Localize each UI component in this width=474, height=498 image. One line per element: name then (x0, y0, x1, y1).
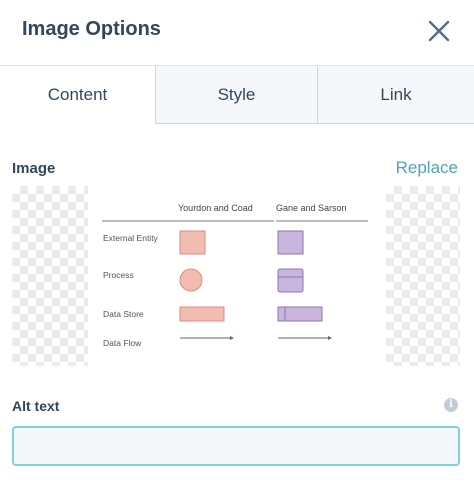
figure-row-data-flow: Data Flow (103, 338, 142, 348)
yourdon-entity-shape (179, 230, 206, 255)
yourdon-store-shape (179, 306, 225, 322)
dialog-header: Image Options (0, 0, 474, 66)
transparency-checker-left (12, 186, 88, 366)
image-label: Image (12, 160, 56, 177)
tab-link-label: Link (380, 84, 412, 104)
tab-bar: Content Style Link (0, 66, 474, 124)
figure-row-process: Process (103, 270, 134, 280)
figure-row-external-entity: External Entity (103, 233, 159, 243)
alt-text-input[interactable] (12, 426, 460, 466)
preview-image: Yourdon and Coad Gane and Sarson Externa… (92, 186, 382, 366)
close-button[interactable] (424, 16, 454, 46)
image-preview: Yourdon and Coad Gane and Sarson Externa… (12, 186, 460, 366)
tab-content-label: Content (47, 85, 108, 104)
info-icon[interactable]: i (444, 398, 458, 412)
dialog-title: Image Options (22, 18, 161, 40)
tab-link[interactable]: Link (317, 66, 474, 124)
tab-style[interactable]: Style (155, 66, 317, 124)
figure-col-yourdon: Yourdon and Coad (178, 203, 253, 213)
gane-process-shape (277, 268, 304, 293)
replace-link[interactable]: Replace (396, 158, 458, 178)
tab-content[interactable]: Content (0, 66, 155, 124)
yourdon-process-shape (179, 268, 203, 292)
figure-row-data-store: Data Store (103, 309, 144, 319)
gane-entity-shape (277, 230, 304, 255)
alt-text-label: Alt text (12, 398, 60, 414)
tab-style-label: Style (217, 84, 256, 104)
figure-col-gane: Gane and Sarson (276, 203, 347, 213)
transparency-checker-right (386, 186, 460, 366)
close-icon[interactable] (424, 16, 454, 46)
